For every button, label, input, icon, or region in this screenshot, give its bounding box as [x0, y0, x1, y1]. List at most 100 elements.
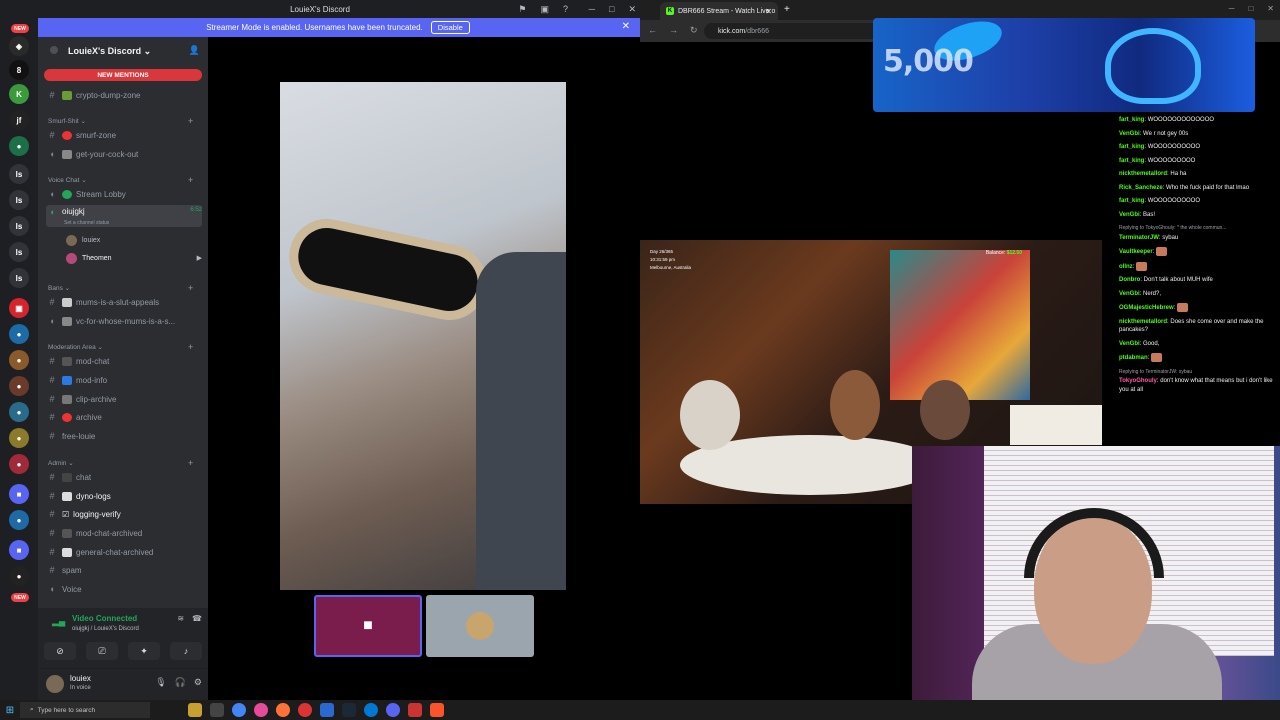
channel-dyno-logs[interactable]: # dyno-logs: [46, 488, 202, 504]
chat-username[interactable]: fart_king: [1119, 158, 1144, 164]
settings-icon[interactable]: ⚙: [194, 677, 202, 688]
add-channel-icon[interactable]: +: [188, 342, 193, 352]
edge-icon[interactable]: [364, 703, 378, 717]
chat-username[interactable]: VenGbi: [1119, 291, 1140, 297]
maximize-icon[interactable]: □: [609, 4, 614, 14]
server-icon[interactable]: ●: [9, 510, 29, 530]
microphone-icon[interactable]: 🎙: [155, 677, 166, 688]
channel-mod-chat[interactable]: # mod-chat: [46, 353, 202, 369]
server-icon[interactable]: ●: [9, 350, 29, 370]
brave-icon[interactable]: [430, 703, 444, 717]
add-channel-icon[interactable]: +: [188, 458, 193, 468]
new-mentions-pill[interactable]: NEW MENTIONS: [44, 69, 202, 81]
taskbar-search[interactable]: ⌕ Type here to search: [20, 702, 150, 718]
server-icon[interactable]: ▣: [9, 298, 29, 318]
new-tab-icon[interactable]: +: [784, 4, 790, 15]
channel-appeals[interactable]: # mums-is-a-slut-appeals: [46, 294, 202, 310]
server-icon[interactable]: ◈: [9, 36, 29, 56]
channel-mod-info[interactable]: # mod-info: [46, 372, 202, 388]
discord-icon[interactable]: [386, 703, 400, 717]
app-icon[interactable]: [188, 703, 202, 717]
add-member-icon[interactable]: 👤: [189, 45, 200, 56]
channel-logging-verify[interactable]: # ☑ logging-verify: [46, 506, 202, 522]
flag-icon[interactable]: ⚑: [518, 4, 526, 15]
channel-clip-archive[interactable]: # clip-archive: [46, 391, 202, 407]
server-icon[interactable]: jf: [9, 110, 29, 130]
app-icon[interactable]: [254, 703, 268, 717]
maximize-icon[interactable]: □: [1248, 4, 1253, 13]
headphones-icon[interactable]: 🎧: [175, 677, 186, 688]
channel-general-chat-archived[interactable]: # general-chat-archived: [46, 544, 202, 560]
chat-username[interactable]: ollnz: [1119, 264, 1133, 270]
channel-status-hint[interactable]: Set a channel status: [64, 220, 109, 226]
url-field[interactable]: kick.com/dbr666: [704, 23, 884, 39]
close-icon[interactable]: ✕: [628, 4, 636, 15]
voice-member[interactable]: Theomen ▶: [66, 250, 202, 266]
back-icon[interactable]: ←: [648, 25, 657, 36]
server-icon[interactable]: ●: [9, 136, 29, 156]
server-icon[interactable]: ●: [9, 428, 29, 448]
add-channel-icon[interactable]: +: [188, 283, 193, 293]
help-icon[interactable]: ?: [563, 4, 568, 14]
server-icon[interactable]: ●: [9, 376, 29, 396]
category-admin[interactable]: Admin ⌄ +: [48, 458, 193, 468]
channel-crypto-dump-zone[interactable]: # crypto-dump-zone: [46, 87, 202, 103]
voice-member[interactable]: louiex: [66, 232, 202, 248]
channel-spam[interactable]: # spam: [46, 562, 202, 578]
channel-mod-chat-archived[interactable]: # mod-chat-archived: [46, 525, 202, 541]
close-banner-icon[interactable]: ✕: [622, 21, 630, 32]
chat-username[interactable]: VenGbi: [1119, 212, 1140, 218]
server-icon[interactable]: ls: [9, 190, 29, 210]
channel-free-louie[interactable]: # free-louie: [46, 428, 202, 444]
server-icon[interactable]: K: [9, 84, 29, 104]
screen-share-button[interactable]: ⎚: [86, 642, 118, 660]
category-moderation-area[interactable]: Moderation Area ⌄ +: [48, 342, 193, 352]
firefox-icon[interactable]: [276, 703, 290, 717]
server-icon[interactable]: ●: [9, 324, 29, 344]
channel-chat[interactable]: # chat: [46, 469, 202, 485]
participant-tile[interactable]: [426, 595, 534, 657]
forward-icon[interactable]: →: [669, 25, 678, 36]
channel-get-your-cock-out[interactable]: ◖ get-your-cock-out: [46, 146, 202, 162]
server-icon[interactable]: ●: [9, 566, 29, 586]
server-icon[interactable]: 8: [9, 60, 29, 80]
channel-stream-lobby[interactable]: ◖ Stream Lobby: [46, 186, 202, 202]
chat-username[interactable]: TokyoGhouly: [1119, 378, 1157, 384]
tab-kick[interactable]: K DBR666 Stream - Watch Live o ✕: [660, 2, 778, 20]
folder-icon[interactable]: ■: [9, 540, 29, 560]
disconnect-icon[interactable]: ☎: [192, 614, 202, 623]
channel-archive[interactable]: # archive: [46, 409, 202, 425]
category-bans[interactable]: Bans ⌄ +: [48, 283, 193, 293]
participant-tile[interactable]: ■: [314, 595, 422, 657]
soundboard-button[interactable]: ♪: [170, 642, 202, 660]
category-voice-chat[interactable]: Voice Chat ⌄ +: [48, 175, 193, 185]
promo-banner[interactable]: 5,000: [873, 18, 1255, 112]
add-channel-icon[interactable]: +: [188, 175, 193, 185]
app-icon[interactable]: [210, 703, 224, 717]
add-channel-icon[interactable]: +: [188, 116, 193, 126]
chat-username[interactable]: Rick_Sancheze: [1119, 185, 1163, 191]
noise-suppression-icon[interactable]: ≋: [177, 614, 184, 623]
app-icon[interactable]: [298, 703, 312, 717]
chat-username[interactable]: fart_king: [1119, 198, 1144, 204]
server-header[interactable]: LouieX's Discord ⌄ 👤: [38, 37, 208, 65]
server-icon[interactable]: ●: [9, 454, 29, 474]
channel-voice[interactable]: ◖ Voice: [46, 581, 202, 597]
chat-username[interactable]: TerminatorJW: [1119, 235, 1159, 241]
server-icon[interactable]: ls: [9, 216, 29, 236]
chat-username[interactable]: Vaultkeeper: [1119, 249, 1153, 255]
windows-start-icon[interactable]: ⊞: [0, 700, 20, 720]
app-icon[interactable]: [408, 703, 422, 717]
chat-username[interactable]: Donbro: [1119, 277, 1140, 283]
server-icon[interactable]: ls: [9, 268, 29, 288]
camera-toggle-button[interactable]: ⊘: [44, 642, 76, 660]
chat-username[interactable]: OGMajesticHebrew: [1119, 305, 1174, 311]
server-icon[interactable]: ls: [9, 242, 29, 262]
avatar[interactable]: [46, 675, 64, 693]
chat-username[interactable]: VenGbi: [1119, 131, 1140, 137]
app-icon[interactable]: [320, 703, 334, 717]
inbox-icon[interactable]: ▣: [540, 4, 549, 15]
channel-vc-bans[interactable]: ◖ vc-for-whose-mums-is-a-s...: [46, 313, 202, 329]
close-tab-icon[interactable]: ✕: [765, 7, 772, 16]
reload-icon[interactable]: ↻: [690, 25, 698, 36]
